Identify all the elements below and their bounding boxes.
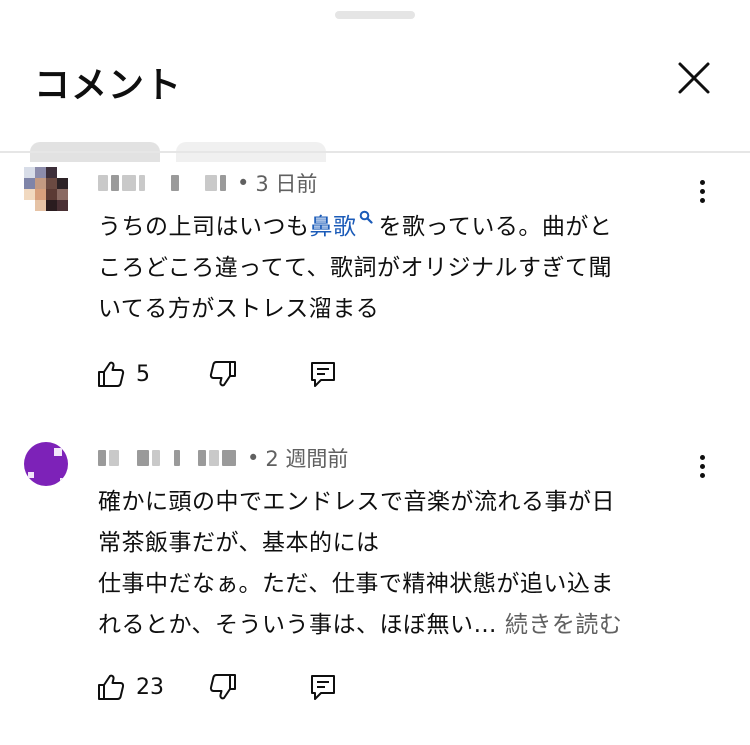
comment-line: うちの上司はいつも鼻歌 を歌っている。曲がと bbox=[98, 207, 698, 248]
read-more-link[interactable]: 続きを読む bbox=[505, 612, 623, 638]
comment-item: • 3 日前 うちの上司はいつも鼻歌 を歌っている。曲がと ころどころ違ってて、歌… bbox=[0, 153, 750, 413]
author-name-redacted[interactable] bbox=[98, 447, 239, 469]
timestamp: 3 日前 bbox=[255, 172, 318, 196]
close-icon bbox=[678, 62, 710, 94]
dislike-button[interactable] bbox=[208, 672, 238, 702]
like-count: 23 bbox=[136, 674, 164, 700]
comment-line: 仕事中だなぁ。ただ、仕事で精神状態が追い込ま bbox=[98, 571, 614, 597]
comment-line: ころどころ違ってて、歌詞がオリジナルすぎて聞 bbox=[98, 255, 613, 281]
reply-icon bbox=[311, 362, 335, 387]
thumbs-down-icon bbox=[209, 361, 236, 387]
search-icon bbox=[359, 210, 373, 224]
thumbs-up-icon bbox=[98, 361, 125, 387]
timestamp: 2 週間前 bbox=[265, 447, 349, 471]
like-button[interactable]: 5 bbox=[96, 359, 150, 389]
dislike-button[interactable] bbox=[208, 359, 238, 389]
reply-button[interactable] bbox=[308, 672, 338, 702]
page-title: コメント bbox=[34, 65, 183, 106]
thumbs-up-icon bbox=[98, 674, 125, 700]
comment-actions: 5 bbox=[96, 357, 335, 391]
avatar[interactable] bbox=[24, 167, 68, 211]
close-button[interactable] bbox=[672, 56, 716, 100]
search-link[interactable]: 鼻歌 bbox=[310, 214, 357, 240]
comment-text-after-link: を歌っている。曲がと bbox=[378, 214, 613, 240]
comment-text: うちの上司はいつも鼻歌 を歌っている。曲がと ころどころ違ってて、歌詞がオリジナル… bbox=[98, 207, 698, 330]
comment-item: • 2 週間前 確かに頭の中でエンドレスで音楽が流れる事が日 常茶飯事だが、基本… bbox=[0, 428, 750, 745]
comment-line: れるとか、そういう事は、ほぼ無い… 続きを読む bbox=[98, 605, 698, 646]
author-name-redacted[interactable] bbox=[98, 172, 229, 194]
comment-last-line: れるとか、そういう事は、ほぼ無い… bbox=[98, 612, 498, 638]
comment-text-before-link: うちの上司はいつも bbox=[98, 214, 310, 240]
like-count: 5 bbox=[136, 361, 150, 387]
comment-line: 確かに頭の中でエンドレスで音楽が流れる事が日 bbox=[98, 489, 615, 515]
more-options-button[interactable] bbox=[686, 450, 718, 482]
comment-actions: 23 bbox=[96, 670, 335, 704]
separator-dot: • bbox=[247, 446, 260, 470]
comment-line: いてる方がストレス溜まる bbox=[98, 296, 380, 322]
reply-button[interactable] bbox=[308, 359, 338, 389]
avatar[interactable] bbox=[24, 442, 68, 486]
separator-dot: • bbox=[237, 171, 250, 195]
more-options-button[interactable] bbox=[686, 175, 718, 207]
comment-meta: • 3 日前 bbox=[98, 169, 317, 197]
comment-line: 常茶飯事だが、基本的には bbox=[98, 530, 380, 556]
comment-meta: • 2 週間前 bbox=[98, 444, 348, 472]
thumbs-down-icon bbox=[209, 674, 236, 700]
reply-icon bbox=[311, 675, 335, 700]
like-button[interactable]: 23 bbox=[96, 672, 164, 702]
comment-text: 確かに頭の中でエンドレスで音楽が流れる事が日 常茶飯事だが、基本的には 仕事中だ… bbox=[98, 482, 698, 646]
comments-header: コメント bbox=[0, 0, 750, 162]
